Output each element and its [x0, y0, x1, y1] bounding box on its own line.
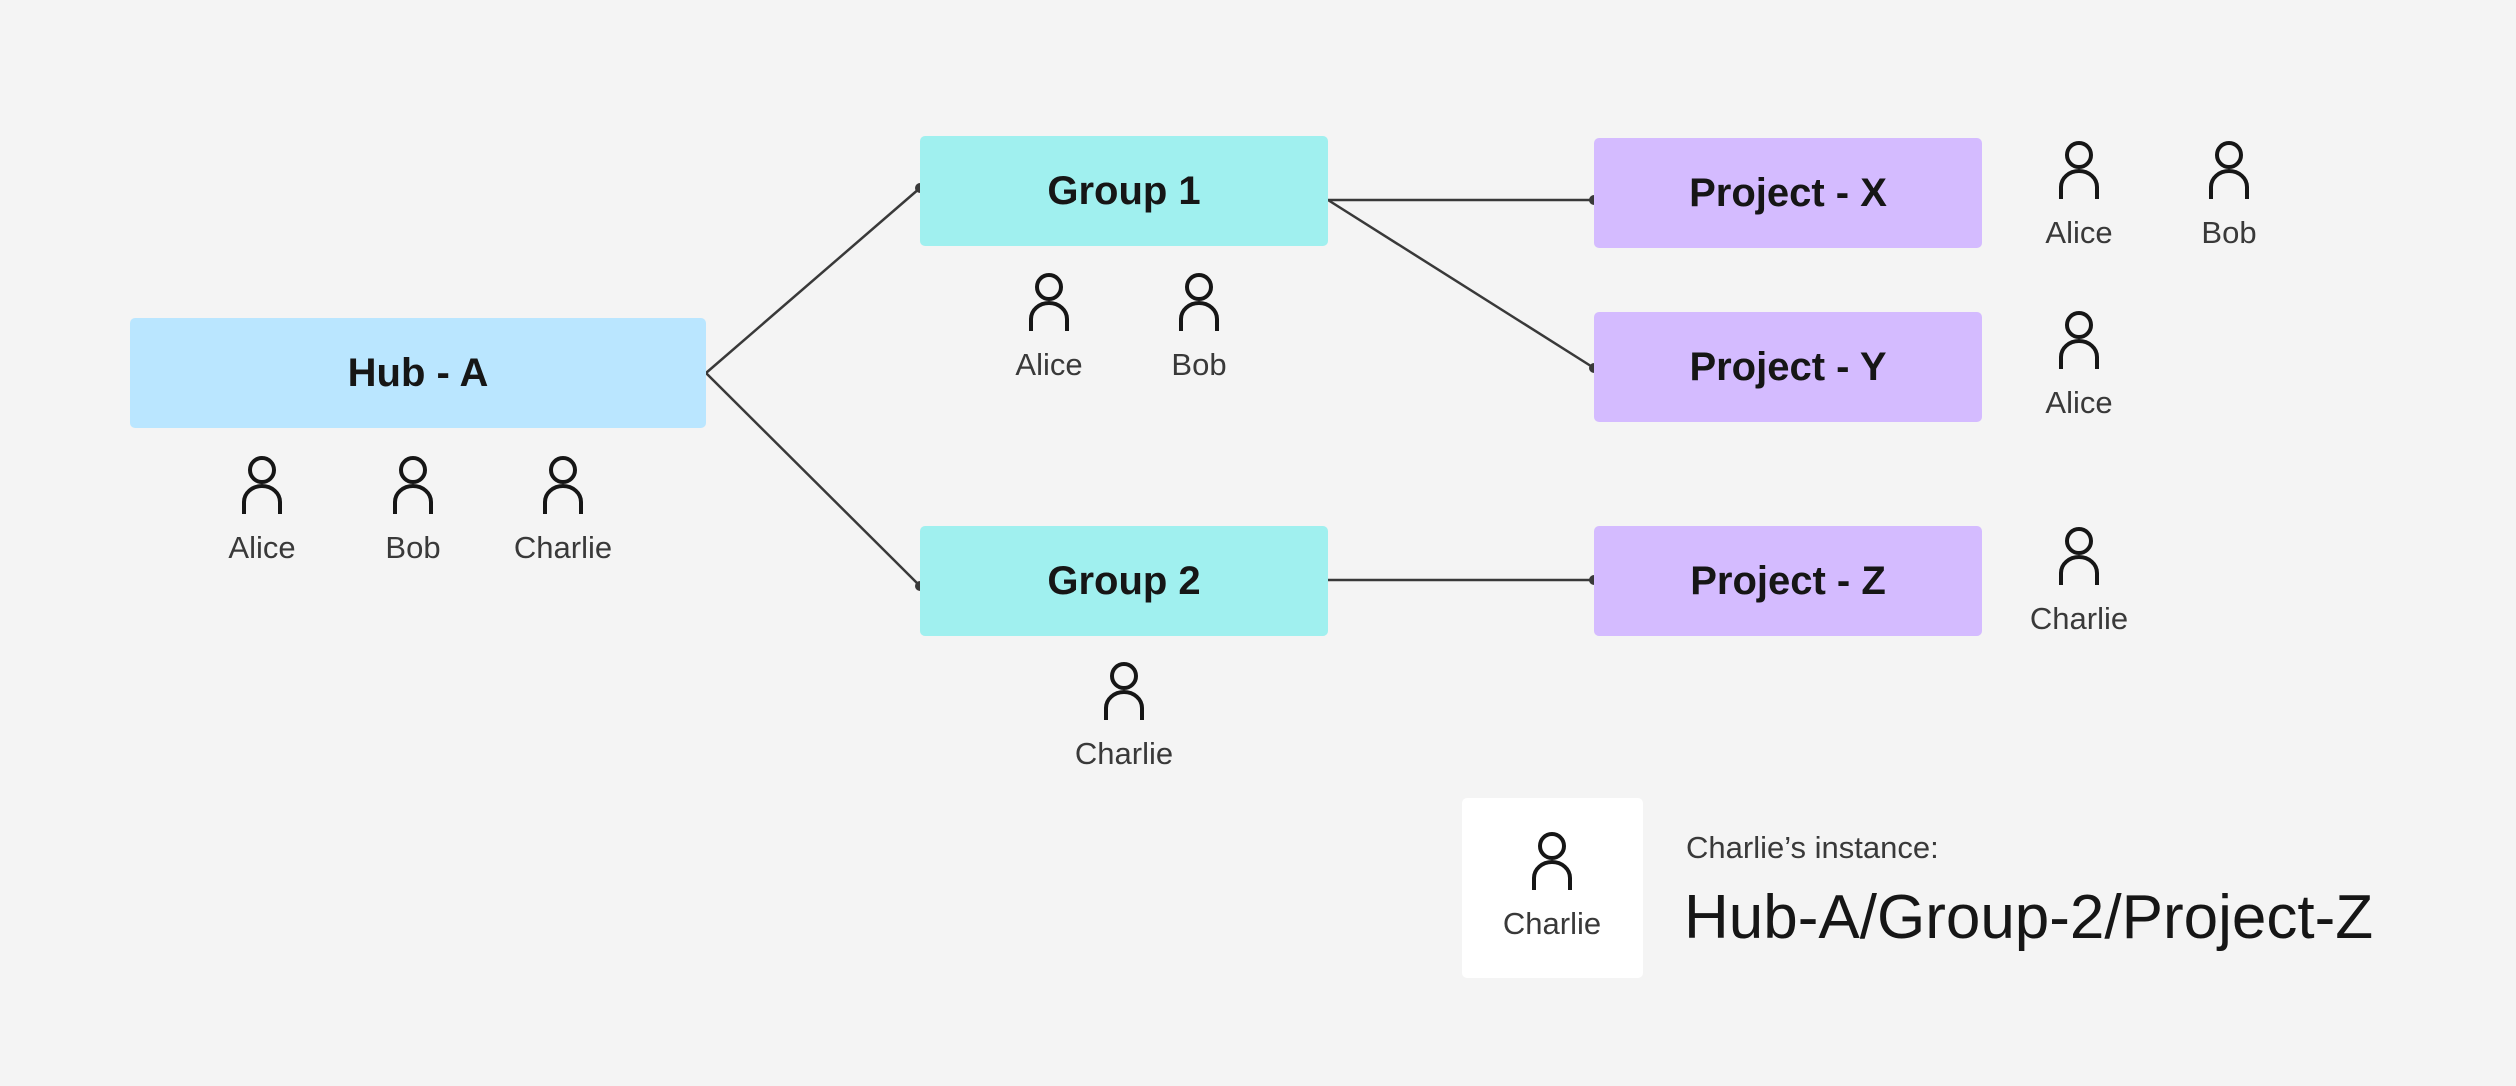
- member-name: Bob: [1171, 347, 1227, 382]
- member-name: Alice: [1015, 347, 1083, 382]
- node-label: Project - Y: [1689, 344, 1887, 389]
- legend-user: Charlie: [1482, 832, 1622, 942]
- node-project-z[interactable]: Project - Z: [1594, 526, 1982, 636]
- member-project-z-charlie: Charlie: [2009, 527, 2149, 637]
- user-icon: [543, 456, 583, 514]
- user-icon: [2059, 527, 2099, 585]
- node-group-2[interactable]: Group 2: [920, 526, 1328, 636]
- node-label: Hub - A: [347, 350, 489, 395]
- node-hub-a[interactable]: Hub - A: [130, 318, 706, 428]
- user-icon: [1179, 273, 1219, 331]
- user-icon: [2059, 141, 2099, 199]
- user-icon: [2209, 141, 2249, 199]
- member-name: Alice: [228, 530, 296, 565]
- legend-user-name: Charlie: [1502, 906, 1602, 941]
- user-icon: [393, 456, 433, 514]
- member-hub-a-alice: Alice: [192, 456, 332, 566]
- node-label: Group 2: [1047, 558, 1201, 603]
- member-name: Alice: [2045, 385, 2113, 420]
- member-group-1-bob: Bob: [1129, 273, 1269, 383]
- member-name: Charlie: [2029, 601, 2129, 636]
- member-project-y-alice: Alice: [2009, 311, 2149, 421]
- node-label: Project - Z: [1690, 558, 1886, 603]
- node-project-y[interactable]: Project - Y: [1594, 312, 1982, 422]
- member-name: Charlie: [513, 530, 613, 565]
- user-icon: [242, 456, 282, 514]
- node-label: Group 1: [1047, 168, 1201, 213]
- user-icon: [1029, 273, 1069, 331]
- member-project-x-alice: Alice: [2009, 141, 2149, 251]
- member-name: Alice: [2045, 215, 2113, 250]
- member-group-1-alice: Alice: [979, 273, 1119, 383]
- legend-user-card: Charlie: [1462, 798, 1643, 978]
- legend-instance-path: Hub-A/Group-2/Project-Z: [1684, 883, 2374, 952]
- member-name: Bob: [385, 530, 441, 565]
- member-hub-a-charlie: Charlie: [493, 456, 633, 566]
- edge-group-1-project-y: [1327, 198, 1595, 370]
- member-project-x-bob: Bob: [2159, 141, 2299, 251]
- user-icon: [1104, 662, 1144, 720]
- node-label: Project - X: [1689, 170, 1887, 215]
- node-group-1[interactable]: Group 1: [920, 136, 1328, 246]
- user-icon: [1532, 832, 1572, 890]
- edge-hub-a-group-1: [705, 187, 921, 374]
- node-project-x[interactable]: Project - X: [1594, 138, 1982, 248]
- user-icon: [2059, 311, 2099, 369]
- edge-hub-a-group-2: [705, 372, 921, 587]
- legend-caption: Charlie’s instance:: [1686, 830, 1939, 865]
- member-hub-a-bob: Bob: [343, 456, 483, 566]
- member-group-2-charlie: Charlie: [1054, 662, 1194, 772]
- member-name: Charlie: [1074, 736, 1174, 771]
- member-name: Bob: [2201, 215, 2257, 250]
